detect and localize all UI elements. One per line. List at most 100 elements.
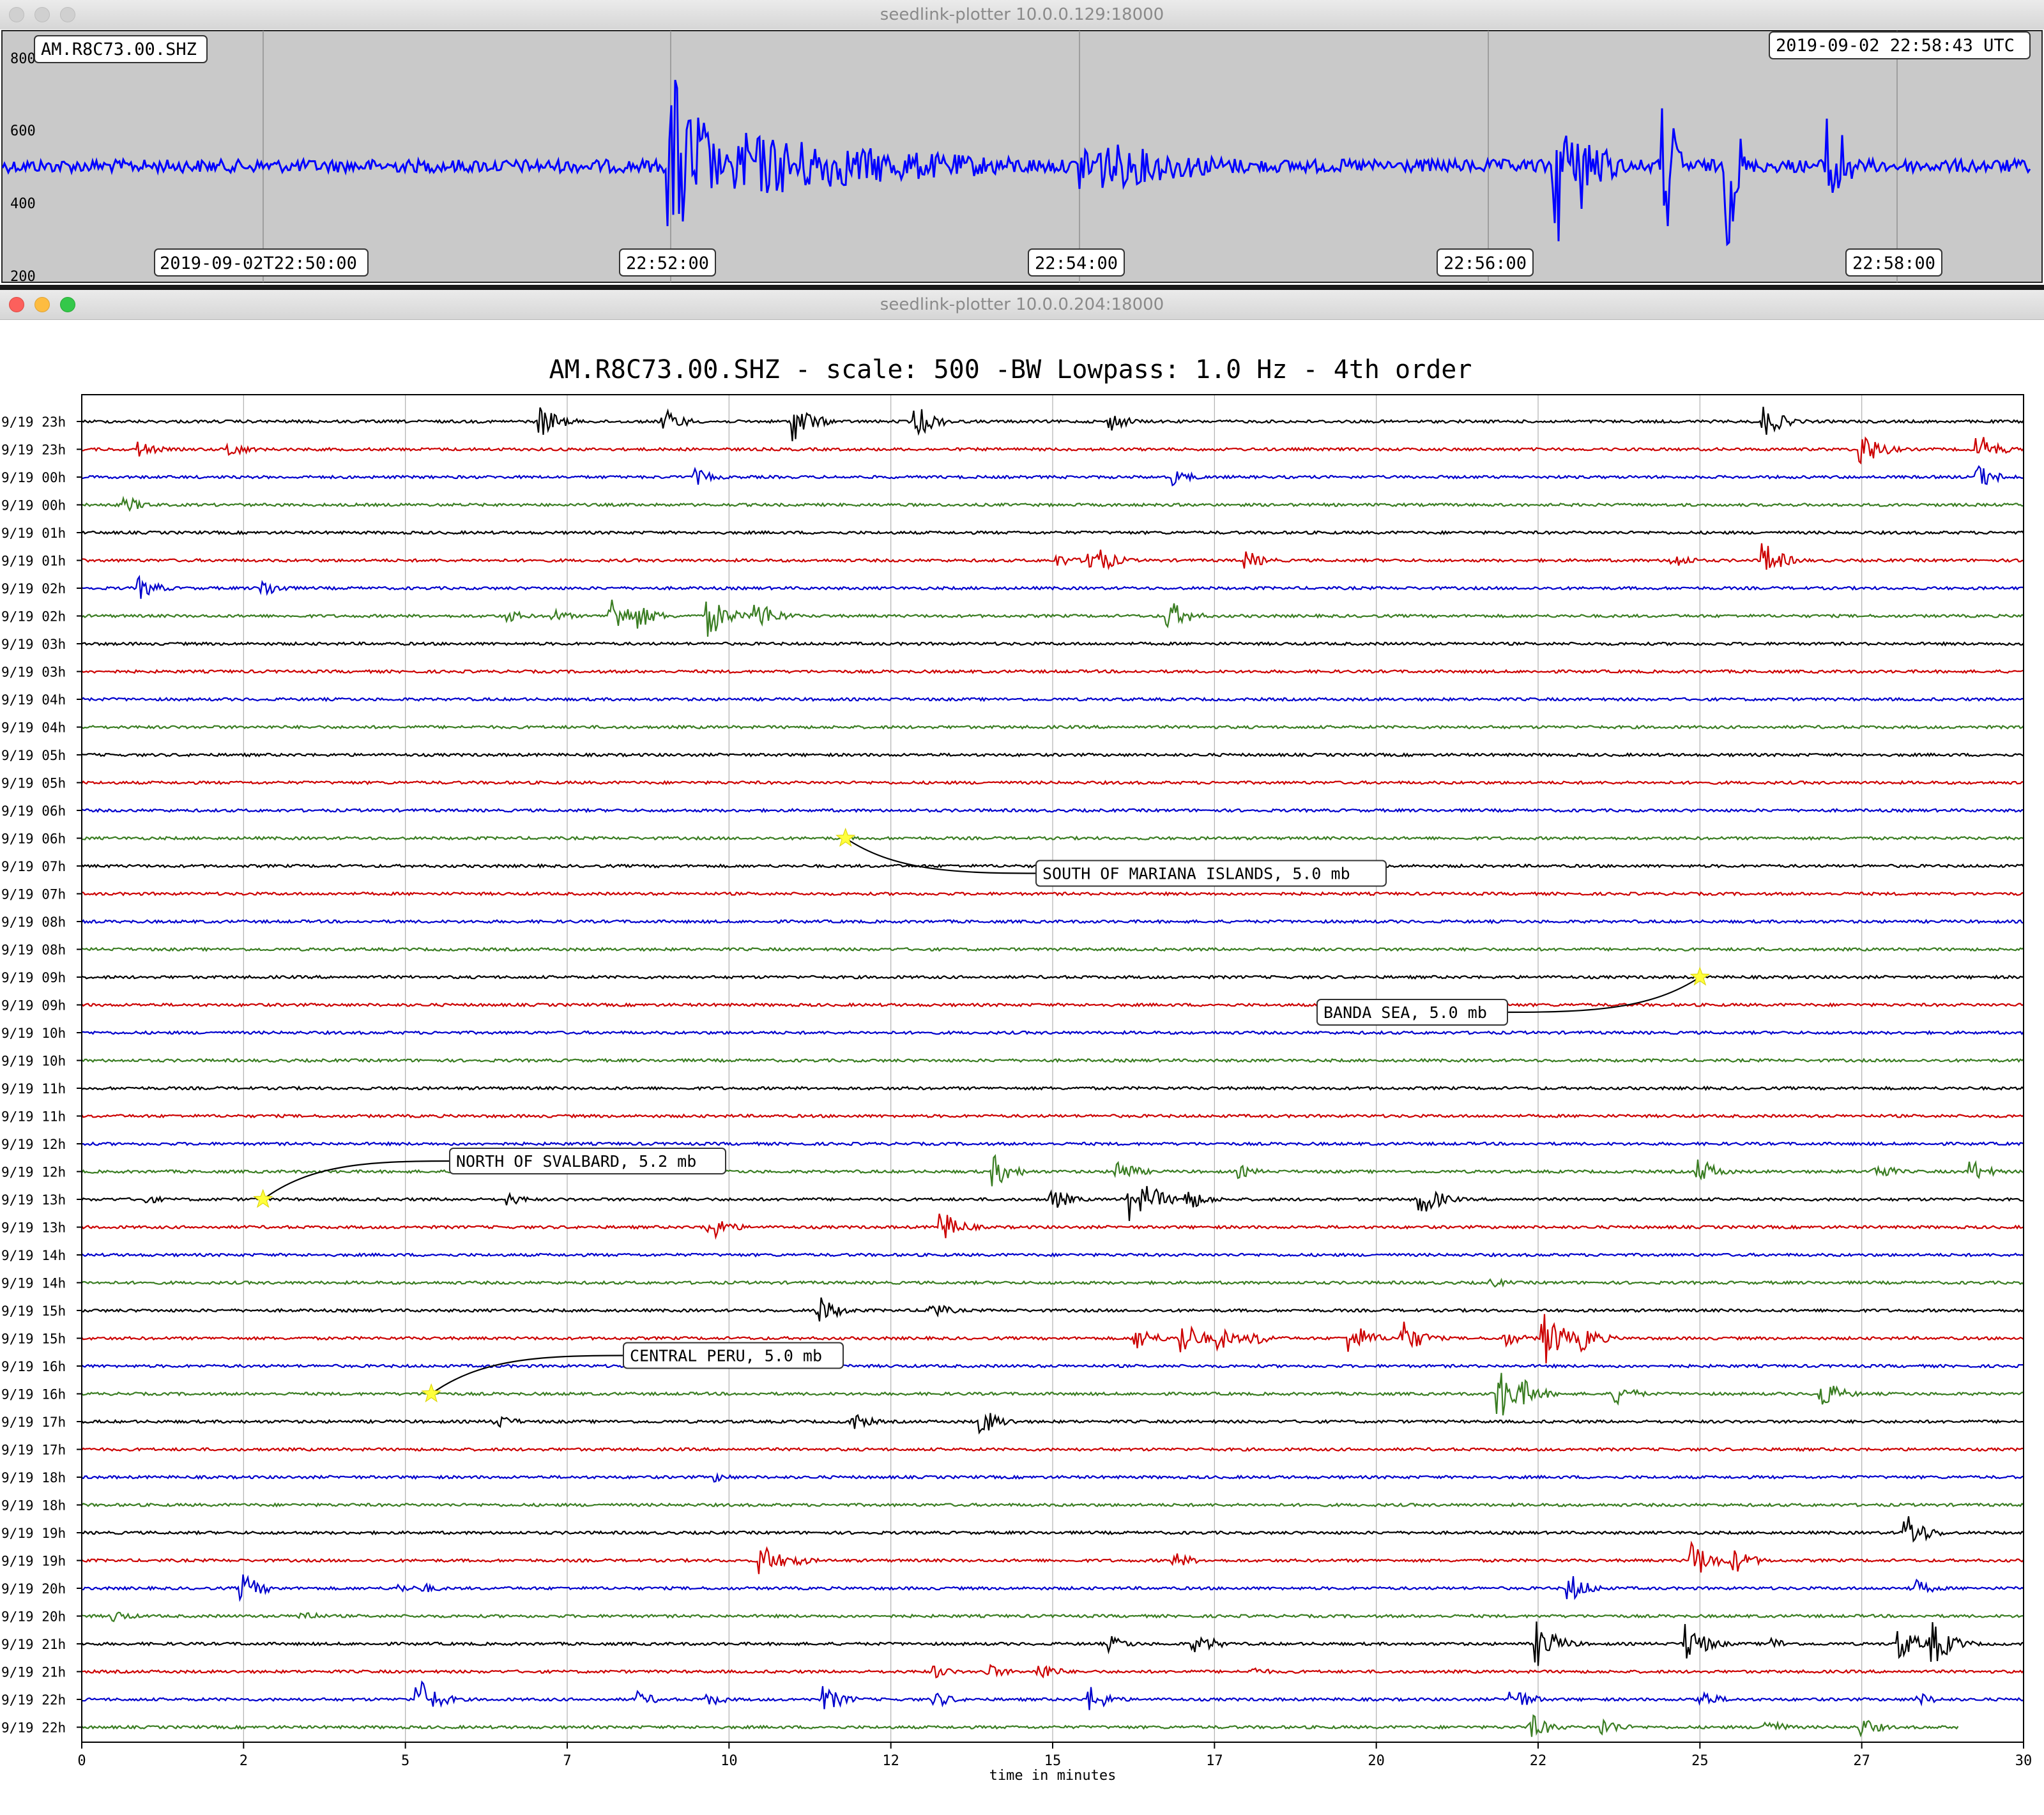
- time-tick-label: 22:54:00: [1035, 254, 1118, 273]
- annotation-label: NORTH OF SVALBARD, 5.2 mb: [456, 1152, 696, 1171]
- y-tick-label: 600: [10, 123, 36, 139]
- row-label: 9/19 23h: [1, 443, 66, 458]
- minimize-button[interactable]: [34, 7, 50, 22]
- window-title: seedlink-plotter 10.0.0.204:18000: [880, 295, 1164, 314]
- top-window-titlebar[interactable]: seedlink-plotter 10.0.0.129:18000: [0, 0, 2044, 30]
- row-label: 9/19 20h: [1, 1581, 66, 1597]
- time-tick-box: 22:54:00: [1028, 248, 1125, 277]
- y-tick-label: 800: [10, 51, 36, 67]
- event-star-marker: [421, 1383, 441, 1402]
- zoom-button[interactable]: [60, 7, 75, 22]
- row-label: 9/19 02h: [1, 581, 66, 596]
- row-label: 9/19 18h: [1, 1498, 66, 1514]
- x-tick-label: 10: [721, 1753, 738, 1769]
- annotation-leader-line: [1507, 976, 1700, 1014]
- annotation-label: SOUTH OF MARIANA ISLANDS, 5.0 mb: [1042, 865, 1350, 883]
- chart-title: AM.R8C73.00.SHZ - scale: 500 -BW Lowpass…: [549, 355, 1472, 384]
- row-label: 9/19 15h: [1, 1332, 66, 1347]
- row-label: 9/19 13h: [1, 1220, 66, 1236]
- x-tick-label: 27: [1853, 1753, 1870, 1769]
- row-label: 9/19 02h: [1, 609, 66, 625]
- y-tick-label: 200: [10, 269, 36, 285]
- row-label: 9/19 01h: [1, 526, 66, 541]
- row-label: 9/19 19h: [1, 1526, 66, 1541]
- row-label: 9/19 09h: [1, 998, 66, 1014]
- row-label: 9/19 16h: [1, 1387, 66, 1402]
- row-label: 9/19 03h: [1, 665, 66, 680]
- close-button[interactable]: [9, 7, 24, 22]
- row-label: 9/19 09h: [1, 970, 66, 985]
- row-label: 9/19 17h: [1, 1443, 66, 1458]
- row-label: 9/19 11h: [1, 1081, 66, 1097]
- x-tick-label: 25: [1691, 1753, 1709, 1769]
- x-tick-label: 22: [1530, 1753, 1547, 1769]
- x-tick-label: 12: [882, 1753, 899, 1769]
- realtime-waveform-plot: 800 600 400 200 AM.R8C73.00.SHZ 2019-09-…: [0, 29, 2044, 285]
- row-label: 9/19 10h: [1, 1026, 66, 1041]
- row-label: 9/19 08h: [1, 915, 66, 930]
- row-label: 9/19 05h: [1, 748, 66, 763]
- utc-time-box: 2019-09-02 22:58:43 UTC: [1769, 31, 2031, 59]
- row-label: 9/19 20h: [1, 1609, 66, 1625]
- annotation-leader-line: [431, 1355, 624, 1395]
- row-label: 9/19 05h: [1, 776, 66, 791]
- event-star-marker: [253, 1188, 273, 1208]
- row-label: 9/19 21h: [1, 1665, 66, 1680]
- row-label: 9/19 06h: [1, 832, 66, 847]
- row-label: 9/19 07h: [1, 887, 66, 902]
- x-axis-label: time in minutes: [989, 1768, 1117, 1784]
- row-label: 9/19 22h: [1, 1692, 66, 1708]
- row-label: 9/19 15h: [1, 1303, 66, 1319]
- time-tick-label: 2019-09-02T22:50:00: [160, 254, 357, 273]
- row-label: 9/19 17h: [1, 1415, 66, 1430]
- row-label: 9/19 07h: [1, 859, 66, 874]
- row-label: 9/19 04h: [1, 692, 66, 708]
- x-tick-label: 7: [563, 1753, 571, 1769]
- event-star-marker: [835, 827, 856, 847]
- x-tick-label: 2: [240, 1753, 248, 1769]
- window-separator: [0, 285, 2044, 290]
- bottom-window-controls: [9, 297, 75, 312]
- annotation-leader-line: [263, 1160, 450, 1200]
- top-window-controls: [9, 7, 75, 22]
- x-tick-label: 15: [1044, 1753, 1062, 1769]
- row-label: 9/19 06h: [1, 803, 66, 819]
- row-label: 9/19 11h: [1, 1109, 66, 1125]
- time-tick-box: 22:58:00: [1845, 248, 1942, 277]
- row-label: 9/19 14h: [1, 1248, 66, 1263]
- close-button[interactable]: [9, 297, 24, 312]
- x-tick-label: 0: [77, 1753, 86, 1769]
- zoom-button[interactable]: [60, 297, 75, 312]
- time-tick-box: 2019-09-02T22:50:00: [154, 248, 369, 277]
- time-tick-label: 22:58:00: [1852, 254, 1935, 273]
- x-tick-label: 30: [2015, 1753, 2033, 1769]
- x-tick-label: 17: [1206, 1753, 1223, 1769]
- trace-row: [81, 1714, 1959, 1738]
- bottom-window-titlebar[interactable]: seedlink-plotter 10.0.0.204:18000: [0, 290, 2044, 320]
- time-tick-label: 22:56:00: [1444, 254, 1527, 273]
- minimize-button[interactable]: [34, 297, 50, 312]
- row-label: 9/19 10h: [1, 1054, 66, 1069]
- row-label: 9/19 22h: [1, 1720, 66, 1736]
- row-label: 9/19 00h: [1, 498, 66, 513]
- row-label: 9/19 01h: [1, 554, 66, 569]
- time-tick-box: 22:52:00: [619, 248, 716, 277]
- bottom-window: seedlink-plotter 10.0.0.204:18000 AM.R8C…: [0, 290, 2044, 1815]
- row-label: 9/19 16h: [1, 1359, 66, 1374]
- row-label: 9/19 04h: [1, 720, 66, 736]
- annotation-label: CENTRAL PERU, 5.0 mb: [630, 1347, 822, 1365]
- row-label: 9/19 18h: [1, 1470, 66, 1485]
- row-label: 9/19 14h: [1, 1276, 66, 1291]
- row-label: 9/19 08h: [1, 943, 66, 958]
- x-tick-labels: 0 2 5 7 10 12 15 17 20 22 25 27 30: [77, 1742, 2032, 1769]
- row-label: 9/19 00h: [1, 470, 66, 485]
- row-label: 9/19 12h: [1, 1137, 66, 1152]
- helicorder-plot: AM.R8C73.00.SHZ - scale: 500 -BW Lowpass…: [1, 355, 2032, 1784]
- row-label: 9/19 13h: [1, 1192, 66, 1208]
- station-label-box: AM.R8C73.00.SHZ: [34, 35, 208, 63]
- row-label: 9/19 19h: [1, 1554, 66, 1569]
- row-label: 9/19 21h: [1, 1637, 66, 1652]
- y-tick-label: 400: [10, 196, 36, 212]
- top-window: seedlink-plotter 10.0.0.129:18000 800 60…: [0, 0, 2044, 290]
- utc-time-label: 2019-09-02 22:58:43 UTC: [1776, 36, 2015, 56]
